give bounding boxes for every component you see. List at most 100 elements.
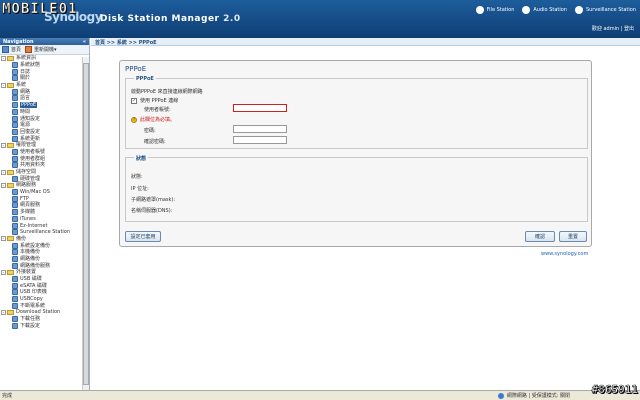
nav-item-icon [12, 195, 18, 202]
app-version: 2.0 [223, 14, 241, 24]
expand-icon[interactable]: - [1, 169, 6, 175]
nav-item-icon [12, 62, 18, 69]
confirm-password-input[interactable] [233, 136, 287, 144]
expand-icon[interactable]: - [1, 309, 6, 315]
nav-folder[interactable]: - 系統資訊 [0, 55, 89, 62]
nav-item-icon [12, 302, 18, 309]
nav-item-label: 下載任務 [20, 316, 41, 323]
nav-item-label: 系統狀態 [20, 62, 41, 69]
nav-item[interactable]: 下載任務 [0, 316, 89, 323]
nav-item-icon [12, 229, 18, 236]
expand-icon[interactable]: - [1, 82, 6, 88]
expand-icon[interactable]: - [1, 182, 6, 188]
nav-item[interactable]: 語言 [0, 95, 89, 102]
nav-folder[interactable]: - Download Station [0, 309, 89, 316]
pppoe-legend: PPPoE [134, 76, 156, 82]
file-station-link[interactable]: File Station [475, 6, 514, 14]
nav-folder[interactable]: - 外接裝置 [0, 269, 89, 276]
status-row-mask: 子網路遮罩(mask): [131, 197, 176, 203]
nav-item[interactable]: 不斷電系統 [0, 302, 89, 309]
status-row-ip: IP 位址: [131, 186, 149, 192]
nav-item-label: 硬碟管理 [20, 175, 41, 182]
nav-item[interactable]: 系統設定備份 [0, 242, 89, 249]
nav-item[interactable]: USBCopy [0, 296, 89, 303]
nav-item[interactable]: 網頁服務 [0, 202, 89, 209]
restart-label: 重新開機▾ [34, 47, 57, 53]
nav-item-icon [12, 322, 18, 329]
nav-item[interactable]: 網路備份 [0, 255, 89, 263]
nav-item[interactable]: Surveillance Station [0, 229, 89, 236]
nav-item-label: 本機備份 [20, 249, 41, 256]
app-title: Disk Station Manager 2.0 [100, 14, 241, 24]
password-input[interactable] [233, 125, 287, 133]
nav-item[interactable]: PPPoE [0, 102, 89, 109]
browser-status-bar: 完成 網際網路 | 受保護模式: 關閉 [0, 390, 640, 400]
nav-item[interactable]: 回復設定 [0, 128, 89, 136]
nav-folder[interactable]: - 權限管理 [0, 142, 89, 149]
nav-item-icon [12, 282, 18, 289]
nav-folder[interactable]: - 系統 [0, 82, 89, 89]
home-button[interactable]: 首頁 [2, 46, 21, 53]
expand-icon[interactable]: - [1, 55, 6, 61]
status-left: 完成 [2, 393, 13, 399]
file-station-icon [475, 6, 484, 14]
password-label: 密碼: [144, 128, 156, 134]
username-input[interactable] [233, 104, 287, 112]
nav-item-icon [12, 215, 18, 222]
checkmark-icon[interactable]: ✓ [131, 97, 137, 104]
nav-item[interactable]: USB 印表機 [0, 289, 89, 296]
nav-scroll-thumb[interactable] [83, 63, 89, 385]
nav-item[interactable]: 共用資料夾 [0, 162, 89, 169]
audio-station-link[interactable]: Audio Station [522, 6, 567, 14]
folder-icon [7, 236, 14, 242]
nav-item[interactable]: 日誌 [0, 68, 89, 75]
nav-item[interactable]: 系統狀態 [0, 62, 89, 69]
nav-item[interactable]: 通知設定 [0, 115, 89, 122]
nav-item-icon [12, 75, 18, 82]
nav-item[interactable]: 本機備份 [0, 249, 89, 256]
app-name: Disk Station Manager [100, 14, 220, 24]
pppoe-fieldset: PPPoE 啟動PPPoE 來直接連線網際網路 ✓ 使用 PPPoE 連線 使用… [125, 76, 588, 149]
nav-item[interactable]: 使用者群組 [0, 155, 89, 162]
nav-item-icon [12, 276, 18, 283]
ok-button[interactable]: 確認 [525, 231, 555, 242]
nav-folder[interactable]: - 儲存空間 [0, 169, 89, 176]
nav-item[interactable]: iTunes [0, 215, 89, 223]
nav-item[interactable]: 使用者帳號 [0, 148, 89, 156]
user-bar[interactable]: 歡迎 admin | 登出 [592, 25, 634, 32]
nav-item[interactable]: 網路 [0, 88, 89, 95]
synology-brand: Synology [44, 10, 103, 24]
synology-link[interactable]: www.synology.com [541, 251, 588, 257]
nav-item[interactable]: USB 磁碟 [0, 276, 89, 283]
nav-item[interactable]: Win/Mac OS [0, 189, 89, 196]
nav-scrollbar[interactable] [82, 57, 89, 390]
nav-item-icon [12, 135, 18, 142]
expand-icon[interactable]: - [1, 236, 6, 242]
nav-item[interactable]: 電源 [0, 122, 89, 129]
nav-folder[interactable]: - 網路服務 [0, 182, 89, 189]
enable-pppoe-checkbox[interactable]: ✓ 使用 PPPoE 連線 [131, 97, 178, 104]
nav-item[interactable]: 硬碟管理 [0, 175, 89, 182]
nav-item-label: 通知設定 [20, 115, 41, 122]
applied-button[interactable]: 設定已套用 [125, 231, 161, 242]
surveillance-station-link[interactable]: Surveillance Station [574, 6, 636, 14]
reset-button[interactable]: 重置 [559, 231, 587, 242]
expand-icon[interactable]: - [1, 142, 6, 148]
nav-item[interactable]: FTP [0, 195, 89, 202]
folder-icon [7, 269, 14, 275]
nav-item-icon [12, 102, 18, 109]
restart-button[interactable]: 重新開機▾ [25, 46, 57, 53]
expand-icon[interactable]: - [1, 269, 6, 275]
collapse-icon[interactable]: « [83, 39, 86, 45]
nav-item[interactable]: 下載設定 [0, 322, 89, 330]
nav-item[interactable]: 關於 [0, 75, 89, 82]
nav-item[interactable]: 時間 [0, 108, 89, 116]
nav-item[interactable]: 多媒體 [0, 209, 89, 216]
nav-item[interactable]: Ez-Internet [0, 222, 89, 229]
nav-item[interactable]: 系統更新 [0, 135, 89, 142]
nav-folder[interactable]: - 備份 [0, 236, 89, 243]
status-zone: 網際網路 | 受保護模式: 關閉 [497, 392, 570, 399]
nav-item[interactable]: 網路備份服務 [0, 262, 89, 269]
home-icon [2, 46, 9, 53]
status-fieldset: 狀態 狀態: IP 位址: 子網路遮罩(mask): 名稱伺服器(DNS): [125, 155, 588, 222]
